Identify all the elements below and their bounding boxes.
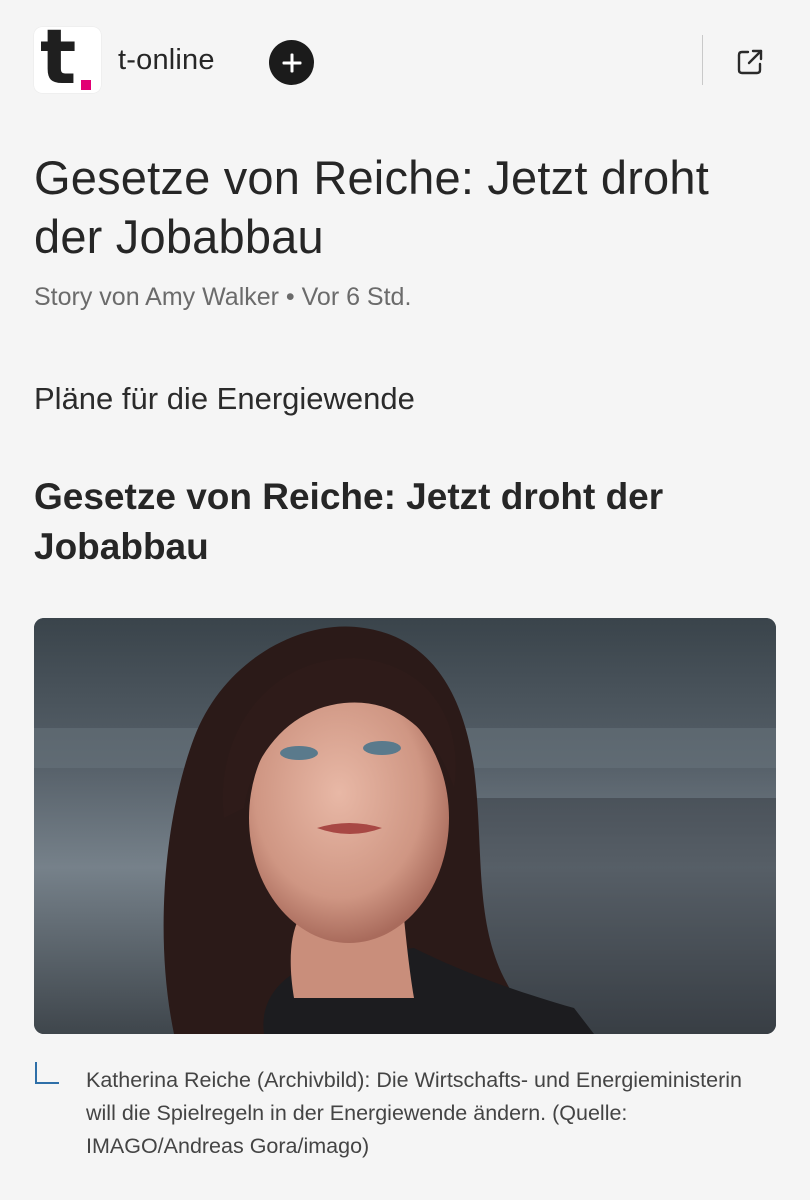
article-headline: Gesetze von Reiche: Jetzt droht der Joba… xyxy=(34,476,664,567)
publisher-logo[interactable]: t xyxy=(34,27,101,93)
portrait-photo xyxy=(34,618,776,1034)
app-header: t t-online xyxy=(0,0,810,126)
hero-image[interactable] xyxy=(34,618,776,1034)
article-title: Gesetze von Reiche: Jetzt droht der Joba… xyxy=(34,151,709,263)
caption-marker xyxy=(35,1062,59,1084)
article-kicker: Pläne für die Energiewende xyxy=(34,381,415,416)
article-byline: Story von Amy Walker • Vor 6 Std. xyxy=(34,283,412,311)
header-divider xyxy=(702,35,703,85)
logo-accent-dot xyxy=(81,80,91,90)
follow-button[interactable] xyxy=(269,40,314,85)
publisher-name[interactable]: t-online xyxy=(118,44,215,77)
open-external-button[interactable] xyxy=(728,40,772,84)
image-caption: Katherina Reiche (Archivbild): Die Wirts… xyxy=(86,1068,743,1158)
external-link-icon xyxy=(737,49,763,75)
logo-letter: t xyxy=(40,27,77,93)
